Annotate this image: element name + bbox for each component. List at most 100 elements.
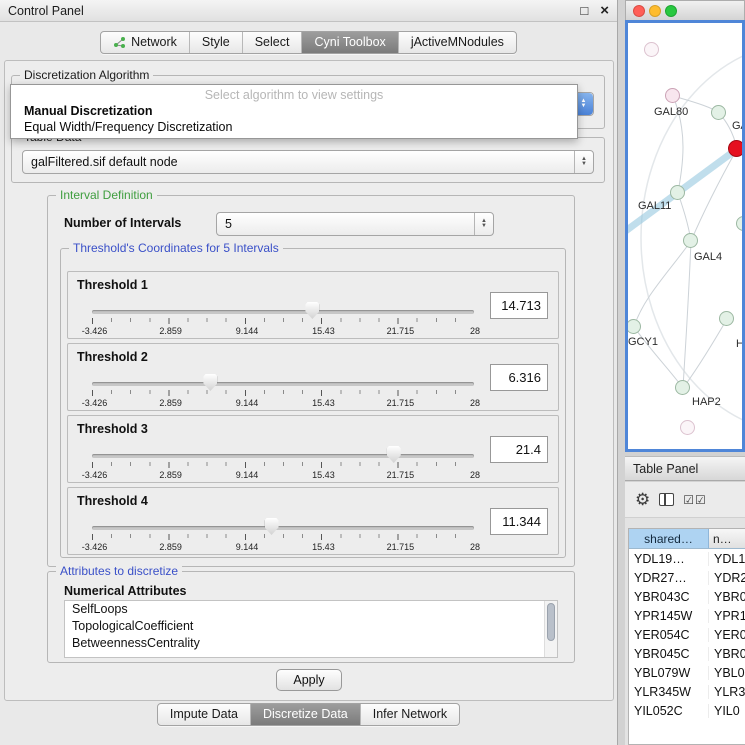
list-item[interactable]: SelfLoops — [65, 601, 557, 618]
threshold-slider[interactable]: -3.4262.8599.14415.4321.71528 — [92, 372, 474, 410]
list-item[interactable]: BetweennessCentrality — [65, 635, 557, 652]
combo-arrows-icon: ▲▼ — [474, 213, 493, 235]
network-node[interactable] — [683, 233, 698, 248]
network-node[interactable] — [736, 216, 745, 231]
tab-discretize-data[interactable]: Discretize Data — [250, 704, 360, 725]
tick-marks-major — [92, 390, 474, 396]
table-row[interactable]: YER054CYER0 — [629, 625, 745, 644]
scrollbar-thumb[interactable] — [547, 603, 555, 641]
node-label: GAL11 — [638, 200, 671, 212]
interval-definition-group: Interval Definition Number of Intervals … — [47, 195, 575, 567]
node-label: GCY1 — [628, 336, 658, 348]
table-row[interactable]: YBR043CYBR0 — [629, 587, 745, 606]
threshold-row: Threshold 1 14.713 -3.4262.8599.14415.43… — [67, 271, 559, 339]
slider-thumb[interactable] — [305, 302, 319, 319]
table-row[interactable]: YIL052CYIL0 — [629, 701, 745, 720]
network-node[interactable] — [711, 105, 726, 120]
slider-scale: -3.4262.8599.14415.4321.71528 — [92, 398, 474, 408]
table-row[interactable]: YDR27…YDR2 — [629, 568, 745, 587]
table-data-group: Table Data galFiltered.sif default node … — [11, 137, 605, 183]
threshold-row: Threshold 4 11.344 -3.4262.8599.14415.43… — [67, 487, 559, 555]
table-row[interactable]: YLR345WYLR3 — [629, 682, 745, 701]
apply-button[interactable]: Apply — [276, 669, 342, 691]
network-node[interactable] — [680, 420, 695, 435]
column-header-name[interactable]: n… — [709, 529, 745, 548]
slider-thumb[interactable] — [265, 518, 279, 535]
slider-scale: -3.4262.8599.14415.4321.71528 — [92, 470, 474, 480]
close-traffic-light-icon[interactable] — [633, 5, 645, 17]
tab-jactivemodules-label: jActiveMNodules — [411, 35, 504, 49]
slider-thumb[interactable] — [203, 374, 217, 391]
tick-marks-major — [92, 534, 474, 540]
tab-select-label: Select — [255, 35, 290, 49]
table-toolbar: ⚙ ☑☑ — [625, 482, 745, 518]
float-window-icon[interactable]: □ — [580, 4, 588, 17]
table-data-combo-value: galFiltered.sif default node — [31, 155, 178, 169]
network-node[interactable] — [626, 319, 641, 334]
table-row[interactable]: YDL19…YDL1 — [629, 549, 745, 568]
list-item[interactable]: TopologicalCoefficient — [65, 618, 557, 635]
zoom-traffic-light-icon[interactable] — [665, 5, 677, 17]
tab-infer-network[interactable]: Infer Network — [360, 704, 459, 725]
threshold-slider[interactable]: -3.4262.8599.14415.4321.71528 — [92, 444, 474, 482]
network-node-gal80[interactable] — [665, 88, 680, 103]
tab-jactivemodules[interactable]: jActiveMNodules — [398, 32, 516, 53]
tab-style-label: Style — [202, 35, 230, 49]
menu-item-equal-width[interactable]: Equal Width/Frequency Discretization — [11, 119, 577, 135]
table-columns-icon[interactable] — [659, 493, 674, 506]
slider-track[interactable] — [92, 526, 474, 530]
threshold-value-field[interactable]: 11.344 — [490, 508, 548, 535]
tick-marks-major — [92, 318, 474, 324]
threshold-slider[interactable]: -3.4262.8599.14415.4321.71528 — [92, 516, 474, 554]
tick-marks-major — [92, 462, 474, 468]
tab-cyni-toolbox[interactable]: Cyni Toolbox — [301, 32, 397, 53]
tab-style[interactable]: Style — [189, 32, 242, 53]
attributes-list: SelfLoops TopologicalCoefficient Between… — [64, 600, 558, 658]
network-icon — [113, 36, 126, 48]
table-panel-titlebar[interactable]: Table Panel — [625, 456, 745, 481]
threshold-value-field[interactable]: 6.316 — [490, 364, 548, 391]
menu-item-manual-discretization[interactable]: Manual Discretization — [11, 103, 577, 119]
slider-track[interactable] — [92, 454, 474, 458]
screen: Control Panel □ × Network Style Select — [0, 0, 745, 745]
minimize-traffic-light-icon[interactable] — [649, 5, 661, 17]
network-node[interactable] — [675, 380, 690, 395]
slider-track[interactable] — [92, 310, 474, 314]
network-node-selected[interactable] — [728, 140, 745, 157]
algorithm-dropdown-menu: Select algorithm to view settings Manual… — [10, 84, 578, 139]
slider-scale: -3.4262.8599.14415.4321.71528 — [92, 326, 474, 336]
network-canvas[interactable]: GAL80 GA GAL11 GAL4 GCY1 H HAP2 — [625, 20, 745, 452]
threshold-value-field[interactable]: 21.4 — [490, 436, 548, 463]
tab-network[interactable]: Network — [101, 32, 189, 53]
network-window-titlebar[interactable] — [625, 0, 745, 20]
threshold-slider[interactable]: -3.4262.8599.14415.4321.71528 — [92, 300, 474, 338]
network-node[interactable] — [644, 42, 659, 57]
algorithm-group-label: Discretization Algorithm — [20, 68, 153, 82]
attributes-group: Attributes to discretize Numerical Attri… — [47, 571, 575, 663]
table-row[interactable]: YPR145WYPR1 — [629, 606, 745, 625]
threshold-row: Threshold 2 6.316 -3.4262.8599.14415.432… — [67, 343, 559, 411]
top-tab-bar: Network Style Select Cyni Toolbox jActiv… — [0, 31, 617, 54]
close-icon[interactable]: × — [600, 3, 609, 18]
table-row[interactable]: YBL079WYBL0 — [629, 663, 745, 682]
table-header-row: shared… n… — [629, 529, 745, 549]
tab-cyni-toolbox-label: Cyni Toolbox — [314, 35, 385, 49]
scrollbar[interactable] — [544, 601, 557, 657]
thresholds-group-label: Threshold's Coordinates for 5 Intervals — [69, 241, 283, 255]
slider-track[interactable] — [92, 382, 474, 386]
column-header-shared-name[interactable]: shared… — [629, 529, 709, 548]
select-columns-icon[interactable]: ☑☑ — [683, 494, 707, 506]
interval-definition-label: Interval Definition — [56, 188, 157, 202]
table-panel-title: Table Panel — [633, 462, 698, 476]
table-row[interactable]: YBR045CYBR0 — [629, 644, 745, 663]
network-node[interactable] — [719, 311, 734, 326]
table-data-combo[interactable]: galFiltered.sif default node ▲▼ — [22, 150, 594, 174]
tab-select[interactable]: Select — [242, 32, 302, 53]
tab-impute-data[interactable]: Impute Data — [158, 704, 250, 725]
slider-thumb[interactable] — [387, 446, 401, 463]
gear-icon[interactable]: ⚙ — [635, 491, 650, 508]
number-of-intervals-combo[interactable]: 5 ▲▼ — [216, 212, 494, 236]
network-node[interactable] — [670, 185, 685, 200]
threshold-value-field[interactable]: 14.713 — [490, 292, 548, 319]
attributes-group-label: Attributes to discretize — [56, 564, 182, 578]
